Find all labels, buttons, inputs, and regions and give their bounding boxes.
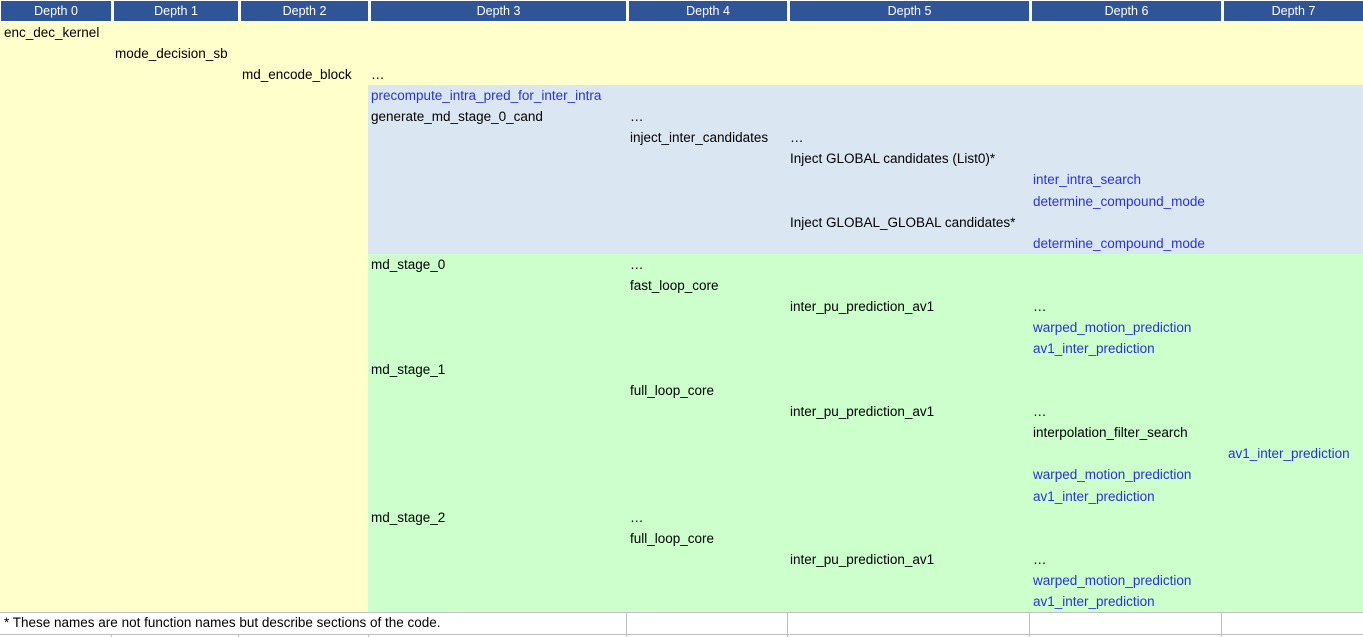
- ellipsis-text: …: [630, 254, 644, 275]
- function-link[interactable]: warped_motion_prediction: [1033, 570, 1191, 591]
- tree-row: precompute_intra_pred_for_inter_intra: [0, 85, 1363, 106]
- header-cell-depth-0: Depth 0: [1, 1, 111, 21]
- tree-row: av1_inter_prediction: [0, 443, 1363, 464]
- function-link[interactable]: determine_compound_mode: [1033, 191, 1205, 212]
- tree-row: fast_loop_core: [0, 275, 1363, 296]
- cell-text: md_stage_0: [371, 254, 445, 275]
- tree-row: av1_inter_prediction: [0, 338, 1363, 359]
- ellipsis-text: …: [1033, 401, 1047, 422]
- cell-text: inter_pu_prediction_av1: [790, 549, 934, 570]
- tree-row: inter_pu_prediction_av1 …: [0, 296, 1363, 317]
- tree-row: md_stage_2 …: [0, 507, 1363, 528]
- cell-text: md_encode_block: [242, 64, 352, 85]
- cell-text: fast_loop_core: [630, 275, 719, 296]
- tree-row: md_stage_0 …: [0, 254, 1363, 275]
- tree-row: determine_compound_mode: [0, 191, 1363, 212]
- cell-text: inter_pu_prediction_av1: [790, 296, 934, 317]
- function-link[interactable]: warped_motion_prediction: [1033, 464, 1191, 485]
- tree-row: warped_motion_prediction: [0, 570, 1363, 591]
- footnote-text: * These names are not function names but…: [4, 612, 441, 634]
- tree-row: warped_motion_prediction: [0, 464, 1363, 485]
- header-cell-depth-5: Depth 5: [790, 1, 1029, 21]
- function-link[interactable]: av1_inter_prediction: [1033, 591, 1155, 612]
- header-cell-depth-1: Depth 1: [114, 1, 238, 21]
- header-cell-depth-3: Depth 3: [371, 1, 626, 21]
- function-link[interactable]: precompute_intra_pred_for_inter_intra: [371, 85, 601, 106]
- tree-row: determine_compound_mode: [0, 233, 1363, 254]
- ellipsis-text: …: [1033, 549, 1047, 570]
- tree-row: full_loop_core: [0, 528, 1363, 549]
- header-cell-depth-6: Depth 6: [1032, 1, 1221, 21]
- cell-text: full_loop_core: [630, 380, 714, 401]
- function-link[interactable]: determine_compound_mode: [1033, 233, 1205, 254]
- function-link[interactable]: av1_inter_prediction: [1228, 443, 1350, 464]
- tree-row: av1_inter_prediction: [0, 486, 1363, 507]
- call-tree-sheet: Depth 0 Depth 1 Depth 2 Depth 3 Depth 4 …: [0, 0, 1363, 637]
- tree-row: mode_decision_sb: [0, 43, 1363, 64]
- ellipsis-text: …: [630, 106, 644, 127]
- tree-row: enc_dec_kernel: [0, 22, 1363, 43]
- ellipsis-text: …: [1033, 296, 1047, 317]
- cell-text: interpolation_filter_search: [1033, 422, 1188, 443]
- footer-gridline: [1029, 612, 1030, 634]
- header-cell-depth-7: Depth 7: [1224, 1, 1363, 21]
- cell-text: full_loop_core: [630, 528, 714, 549]
- cell-text: Inject GLOBAL candidates (List0)*: [790, 148, 995, 169]
- ellipsis-text: …: [790, 127, 804, 148]
- footer-bottom-gridline: [0, 634, 1363, 635]
- tree-row: inter_intra_search: [0, 169, 1363, 190]
- cell-text: md_stage_2: [371, 507, 445, 528]
- tree-row: inter_pu_prediction_av1 …: [0, 549, 1363, 570]
- function-link[interactable]: av1_inter_prediction: [1033, 338, 1155, 359]
- cell-text: generate_md_stage_0_cand: [371, 106, 543, 127]
- tree-row: Inject GLOBAL candidates (List0)*: [0, 148, 1363, 169]
- cell-text: mode_decision_sb: [115, 43, 228, 64]
- tree-row: Inject GLOBAL_GLOBAL candidates*: [0, 212, 1363, 233]
- tree-row: av1_inter_prediction: [0, 591, 1363, 612]
- tree-row: full_loop_core: [0, 380, 1363, 401]
- tree-row: md_encode_block …: [0, 64, 1363, 85]
- cell-text: inter_pu_prediction_av1: [790, 401, 934, 422]
- cell-text: inject_inter_candidates: [630, 127, 768, 148]
- tree-row: generate_md_stage_0_cand …: [0, 106, 1363, 127]
- header-cell-depth-2: Depth 2: [241, 1, 368, 21]
- tree-row: interpolation_filter_search: [0, 422, 1363, 443]
- function-link[interactable]: av1_inter_prediction: [1033, 486, 1155, 507]
- cell-text: Inject GLOBAL_GLOBAL candidates*: [790, 212, 1015, 233]
- header-cell-depth-4: Depth 4: [629, 1, 787, 21]
- ellipsis-text: …: [371, 64, 385, 85]
- cell-text: md_stage_1: [371, 359, 445, 380]
- tree-row: inter_pu_prediction_av1 …: [0, 401, 1363, 422]
- tree-row: md_stage_1: [0, 359, 1363, 380]
- function-link[interactable]: warped_motion_prediction: [1033, 317, 1191, 338]
- ellipsis-text: …: [630, 507, 644, 528]
- cell-text: enc_dec_kernel: [4, 22, 99, 43]
- footer-gridline: [1221, 612, 1222, 634]
- function-link[interactable]: inter_intra_search: [1033, 169, 1141, 190]
- tree-row: inject_inter_candidates …: [0, 127, 1363, 148]
- footer-gridline: [626, 612, 627, 634]
- footer-gridline: [787, 612, 788, 634]
- tree-row: warped_motion_prediction: [0, 317, 1363, 338]
